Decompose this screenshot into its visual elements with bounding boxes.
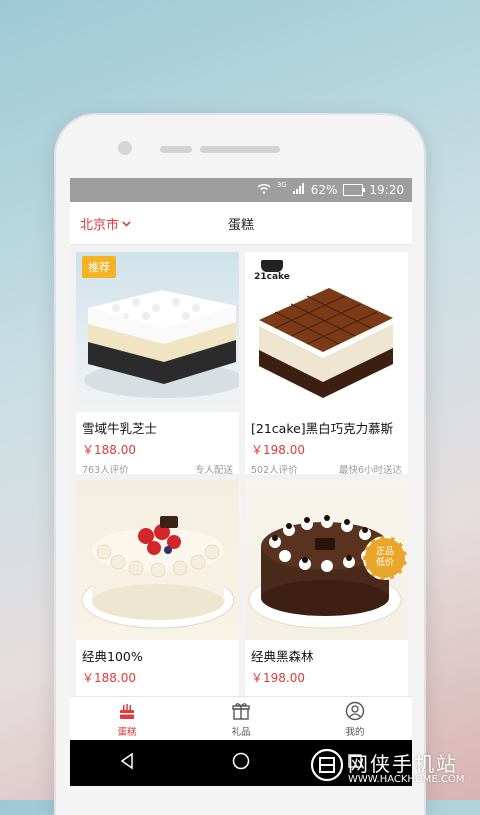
product-price: ￥188.00 xyxy=(82,443,136,457)
product-name: 经典100% xyxy=(82,649,143,664)
network-type: 3G xyxy=(276,181,287,189)
tab-mine[interactable]: 我的 xyxy=(315,701,395,738)
product-card[interactable]: 正品低价 经典黑森林 ￥198.00 xyxy=(245,480,408,702)
tab-label: 我的 xyxy=(345,726,365,738)
recommend-badge: 推荐 xyxy=(82,256,116,278)
product-name: 经典黑森林 xyxy=(251,649,314,664)
watermark-title: 网侠手机站 xyxy=(348,752,458,776)
tab-label: 礼品 xyxy=(231,726,251,738)
cake-icon xyxy=(117,701,137,724)
battery-icon xyxy=(343,184,366,196)
product-meta xyxy=(245,686,408,690)
front-camera xyxy=(118,141,132,155)
product-price: ￥198.00 xyxy=(251,443,305,457)
product-meta: 502人评价 最快6小时送达 xyxy=(245,458,408,474)
clock: 19:20 xyxy=(369,183,404,197)
chevron-down-icon xyxy=(122,216,131,231)
watermark-url: WWW.HACKHOME.COM xyxy=(348,774,465,785)
tab-gift[interactable]: 礼品 xyxy=(201,701,281,738)
speaker-grille xyxy=(200,146,280,153)
product-image: 推荐 xyxy=(76,252,239,412)
product-price: ￥198.00 xyxy=(251,671,305,685)
battery-percent: 62% xyxy=(310,183,338,197)
product-card[interactable]: 21cake [21cake]黑白巧克力慕斯 ￥198.00 502人评价 最快… xyxy=(245,252,408,474)
tab-label: 蛋糕 xyxy=(117,726,137,738)
product-price: ￥188.00 xyxy=(82,671,136,685)
sensor xyxy=(160,146,192,153)
product-card[interactable]: 经典100% ￥188.00 xyxy=(76,480,239,702)
product-meta xyxy=(76,686,239,690)
product-image: 正品低价 xyxy=(245,480,408,640)
product-image xyxy=(76,480,239,640)
back-icon[interactable] xyxy=(118,752,136,774)
product-card[interactable]: 推荐 雪域牛乳芝士 ￥188.00 763人评价 专人配送 xyxy=(76,252,239,474)
status-bar: 3G 62% 19:20 xyxy=(70,178,412,202)
signal-icon xyxy=(292,183,305,197)
delivery-info: 专人配送 xyxy=(194,465,233,474)
product-name: 雪域牛乳芝士 xyxy=(82,421,158,436)
product-image: 21cake xyxy=(245,252,408,412)
city-selector[interactable]: 北京市 xyxy=(80,214,131,233)
bottom-tab-bar: 蛋糕 礼品 我的 xyxy=(70,696,412,741)
watermark-logo xyxy=(310,748,344,782)
tab-cake[interactable]: 蛋糕 xyxy=(87,701,167,738)
user-icon xyxy=(345,701,365,724)
product-meta: 763人评价 专人配送 xyxy=(76,458,239,474)
site-watermark: 网侠手机站 WWW.HACKHOME.COM xyxy=(306,740,478,796)
gift-icon xyxy=(231,701,251,724)
product-name: [21cake]黑白巧克力慕斯 xyxy=(251,421,394,436)
home-icon[interactable] xyxy=(231,751,251,775)
top-bar: 北京市 蛋糕 xyxy=(70,202,412,245)
review-count: 763人评价 xyxy=(82,465,129,474)
delivery-info: 最快6小时送达 xyxy=(338,465,402,474)
product-grid: 推荐 雪域牛乳芝士 ￥188.00 763人评价 专人配送 21cake [21… xyxy=(70,245,412,702)
app-screen: 3G 62% 19:20 北京市 蛋糕 推荐 雪域牛乳芝士 ￥188.00 76… xyxy=(70,178,412,786)
brand-logo: 21cake xyxy=(253,258,291,292)
genuine-seal-icon: 正品低价 xyxy=(363,536,407,580)
city-label: 北京市 xyxy=(80,217,120,233)
review-count: 502人评价 xyxy=(251,465,298,474)
wifi-icon xyxy=(257,183,271,197)
